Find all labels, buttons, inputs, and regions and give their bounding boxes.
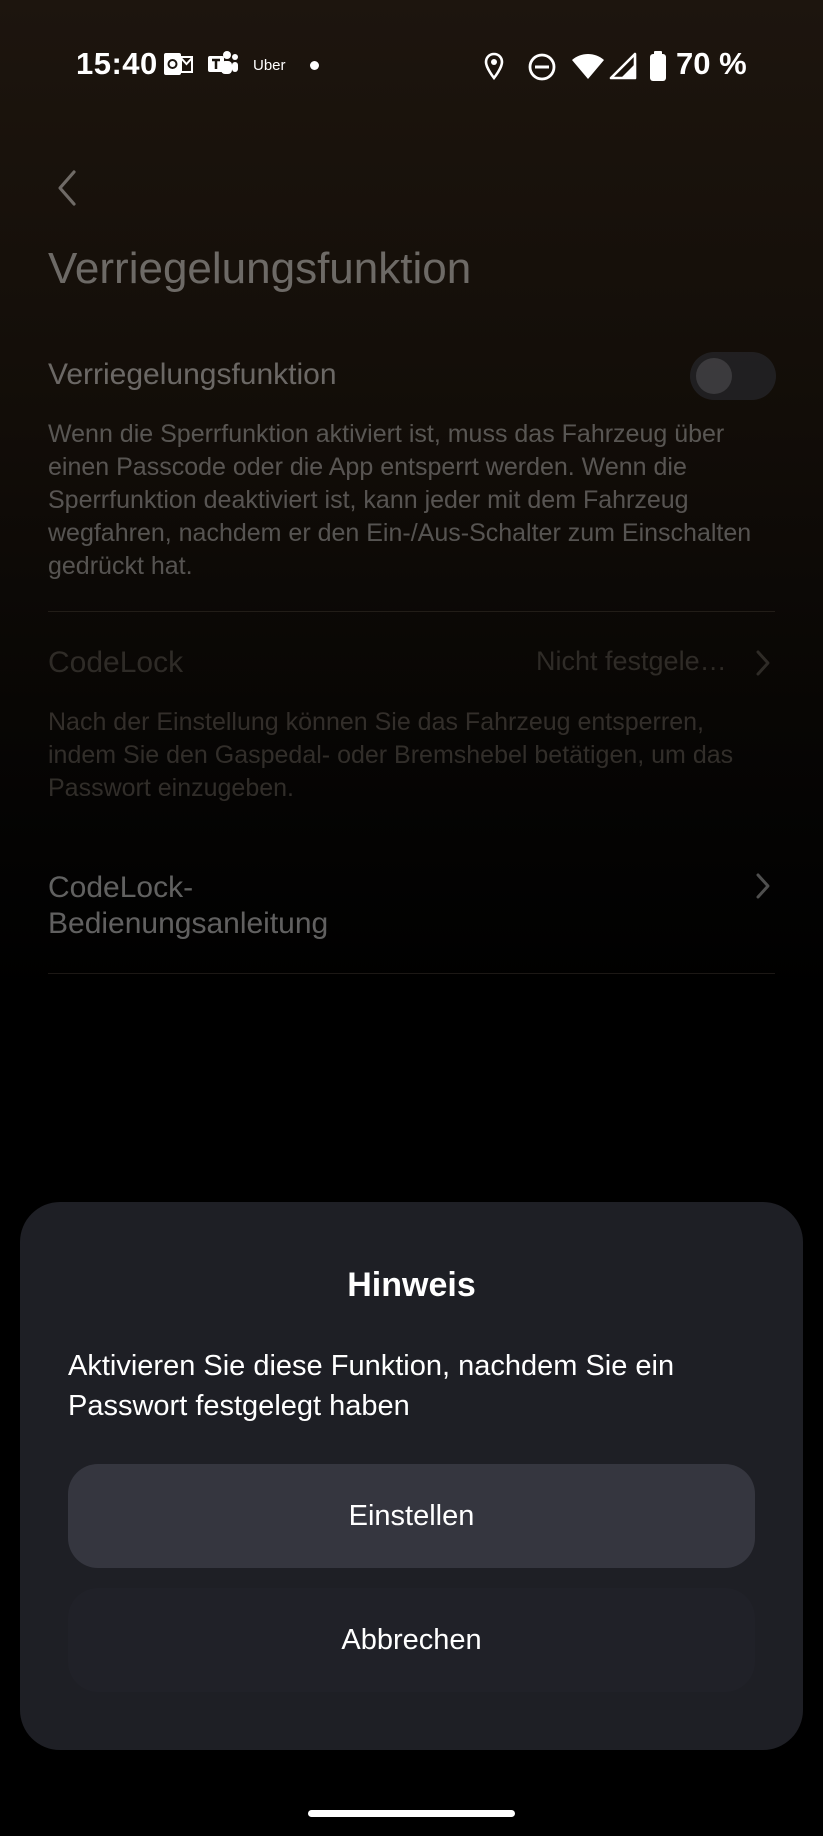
dialog-title: Hinweis [347, 1266, 476, 1304]
set-button[interactable]: Einstellen [68, 1464, 755, 1568]
cancel-button[interactable]: Abbrechen [68, 1588, 755, 1692]
battery-percent: 70 % [676, 46, 747, 81]
lock-setting-description: Wenn die Sperrfunktion aktiviert ist, mu… [48, 420, 752, 580]
lock-setting-label: Verriegelungsfunktion [48, 358, 337, 391]
teams-icon [208, 51, 238, 74]
status-time: 15:40 [76, 46, 158, 81]
chevron-right-icon[interactable] [752, 871, 774, 901]
divider [48, 973, 775, 974]
chevron-right-icon[interactable] [752, 648, 774, 678]
dnd-icon [528, 53, 556, 81]
notification-dot-icon [310, 61, 319, 70]
divider [48, 611, 775, 612]
dialog-message: Aktivieren Sie diese Funktion, nachdem S… [68, 1350, 675, 1422]
codelock-guide-label[interactable]: CodeLock-Bedienungsanleitung [48, 870, 468, 942]
battery-icon [650, 51, 666, 81]
status-bar: 15:40 Uber 70 % [0, 0, 823, 130]
uber-icon: Uber [253, 57, 286, 74]
home-indicator[interactable] [308, 1810, 515, 1817]
codelock-description: Nach der Einstellung können Sie das Fahr… [48, 708, 734, 802]
back-arrow-icon[interactable] [52, 168, 82, 208]
lock-toggle[interactable] [690, 352, 776, 400]
page-title: Verriegelungsfunktion [48, 244, 472, 293]
hint-dialog: Hinweis Aktivieren Sie diese Funktion, n… [20, 1202, 803, 1750]
toggle-knob [696, 358, 732, 394]
signal-icon [609, 52, 637, 80]
location-icon [484, 52, 504, 80]
codelock-label[interactable]: CodeLock [48, 646, 183, 680]
codelock-value[interactable]: Nicht festgele… [536, 646, 727, 677]
outlook-icon [164, 53, 193, 75]
wifi-icon [572, 54, 604, 79]
